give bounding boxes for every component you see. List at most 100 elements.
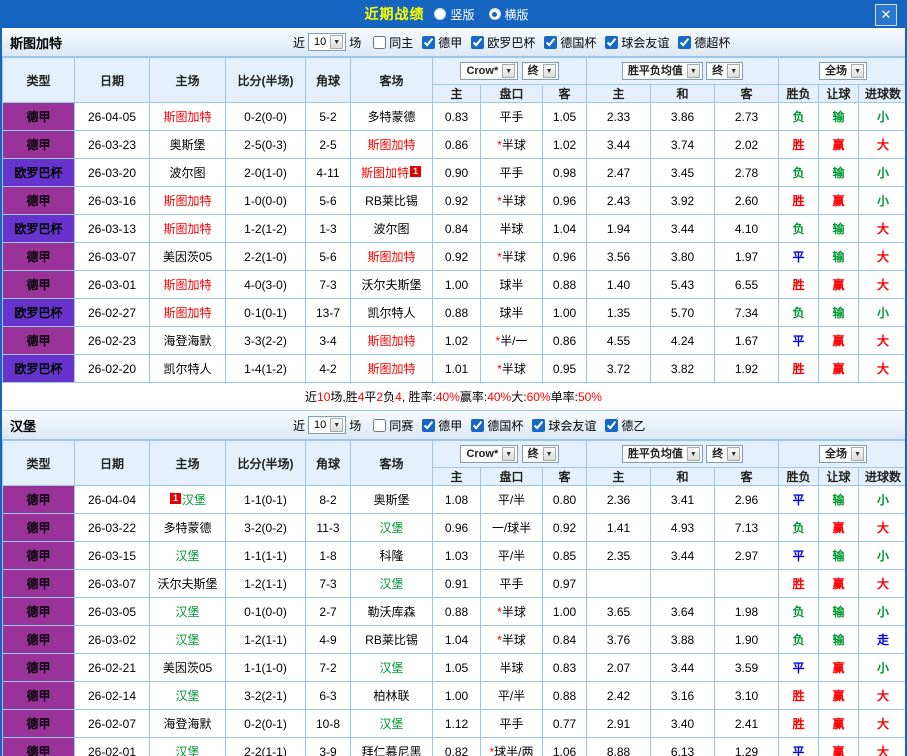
europe-draw-odds: 3.92 [651,187,715,215]
summary-part: 4 [358,390,365,404]
checkbox-input[interactable] [422,419,435,432]
dropdown-value: 终 [712,63,723,79]
asia-away-odds: 0.95 [543,355,587,383]
result-outcome: 平 [779,486,819,514]
games-count-select[interactable]: 10▼ [308,33,346,51]
same-venue-checkbox[interactable]: 同赛 [373,417,413,434]
europe-away-odds: 1.90 [715,626,779,654]
league-filter-checkbox[interactable]: 德国杯 [471,417,523,434]
league-badge: 德甲 [3,710,75,738]
checkbox-input[interactable] [532,419,545,432]
checkbox-label: 德甲 [438,417,462,434]
summary-part: 场,胜 [330,388,357,405]
layout-option-vertical[interactable]: 竖版 [434,6,474,23]
corner-score: 2-7 [306,598,351,626]
result-goals: 小 [859,598,907,626]
league-badge: 德甲 [3,103,75,131]
result-goals: 小 [859,299,907,327]
close-button[interactable]: ✕ [875,4,897,26]
column-subheader: 胜负 [779,85,819,103]
chevron-down-icon: ▼ [502,447,515,461]
dropdown-value: 终 [528,446,539,462]
league-filter-checkbox[interactable]: 德甲 [422,34,462,51]
result-outcome: 平 [779,542,819,570]
europe-home-odds: 2.36 [587,486,651,514]
result-outcome: 胜 [779,570,819,598]
league-badge: 德甲 [3,598,75,626]
column-subheader: 和 [651,468,715,486]
red-card-badge: 1 [410,166,421,177]
europe-home-odds: 2.91 [587,710,651,738]
bookmaker-final-select[interactable]: 终▼ [522,445,559,463]
europe-avg-select[interactable]: 胜平负均值▼ [622,62,703,80]
match-scope-select[interactable]: 全场▼ [819,62,867,80]
asia-home-odds: 1.00 [433,682,481,710]
checkbox-input[interactable] [544,36,557,49]
league-filter-checkbox[interactable]: 球会友谊 [605,34,669,51]
column-header: 角球 [306,441,351,486]
result-goals: 大 [859,710,907,738]
bookmaker-final-select[interactable]: 终▼ [522,62,559,80]
league-filter-checkbox[interactable]: 德超杯 [678,34,730,51]
asia-away-odds: 0.96 [543,187,587,215]
result-handicap: 赢 [819,654,859,682]
corner-score: 3-9 [306,738,351,756]
checkbox-input[interactable] [605,419,618,432]
chevron-down-icon: ▼ [502,64,515,78]
europe-final-select[interactable]: 终▼ [706,62,743,80]
match-scope-select[interactable]: 全场▼ [819,445,867,463]
europe-away-odds: 6.55 [715,271,779,299]
league-filter-checkbox[interactable]: 欧罗巴杯 [471,34,535,51]
league-filter-checkbox[interactable]: 德乙 [605,417,645,434]
checkbox-input[interactable] [605,36,618,49]
team-name-text: 斯图加特 [367,250,415,264]
league-filter-checkbox[interactable]: 德国杯 [544,34,596,51]
match-row: 欧罗巴杯26-02-20凯尔特人1-4(1-2)4-2斯图加特1.01*半球0.… [3,355,907,383]
result-handicap: 赢 [819,271,859,299]
same-venue-checkbox[interactable]: 同主 [373,34,413,51]
asia-home-odds: 0.82 [433,738,481,756]
league-badge: 欧罗巴杯 [3,159,75,187]
checkbox-input[interactable] [471,419,484,432]
checkbox-input[interactable] [422,36,435,49]
checkbox-input[interactable] [678,36,691,49]
bookmaker-select[interactable]: Crow*▼ [460,445,518,463]
favorite-star: * [497,362,502,376]
result-goals: 小 [859,187,907,215]
league-filter-checkbox[interactable]: 球会友谊 [532,417,596,434]
europe-draw-odds: 3.82 [651,355,715,383]
asia-home-odds: 1.01 [433,355,481,383]
europe-home-odds: 8.88 [587,738,651,756]
corner-score: 5-6 [306,187,351,215]
radio-icon [434,8,446,20]
match-score: 1-2(1-1) [226,570,306,598]
away-team: 波尔图 [351,215,433,243]
checkbox-input[interactable] [471,36,484,49]
away-team: 斯图加特 [351,131,433,159]
corner-score: 5-6 [306,243,351,271]
europe-home-odds: 1.35 [587,299,651,327]
asia-away-odds: 0.88 [543,271,587,299]
away-team: 汉堡 [351,710,433,738]
asia-home-odds: 1.02 [433,327,481,355]
games-count-select[interactable]: 10▼ [308,416,346,434]
europe-away-odds: 7.34 [715,299,779,327]
match-score: 1-1(1-0) [226,654,306,682]
layout-option-horizontal[interactable]: 横版 [489,6,529,23]
team-name-text: 斯图加特 [367,362,415,376]
corner-score: 1-8 [306,542,351,570]
asia-handicap: 球半 [481,271,543,299]
europe-final-select[interactable]: 终▼ [706,445,743,463]
results-table: 类型日期主场比分(半场)角球客场Crow*▼ 终▼胜平负均值▼ 终▼全场▼主盘口… [2,440,907,756]
europe-away-odds: 1.29 [715,738,779,756]
asia-handicap: *半球 [481,131,543,159]
bookmaker-select[interactable]: Crow*▼ [460,62,518,80]
checkbox-input[interactable] [373,36,386,49]
match-row: 德甲26-02-07海登海默0-2(0-1)10-8汉堡1.12平手0.772.… [3,710,907,738]
league-filter-checkbox[interactable]: 德甲 [422,417,462,434]
europe-home-odds: 1.40 [587,271,651,299]
panel-title: 近期战绩 [364,4,424,24]
checkbox-input[interactable] [373,419,386,432]
europe-avg-select[interactable]: 胜平负均值▼ [622,445,703,463]
home-team: 斯图加特 [150,103,226,131]
